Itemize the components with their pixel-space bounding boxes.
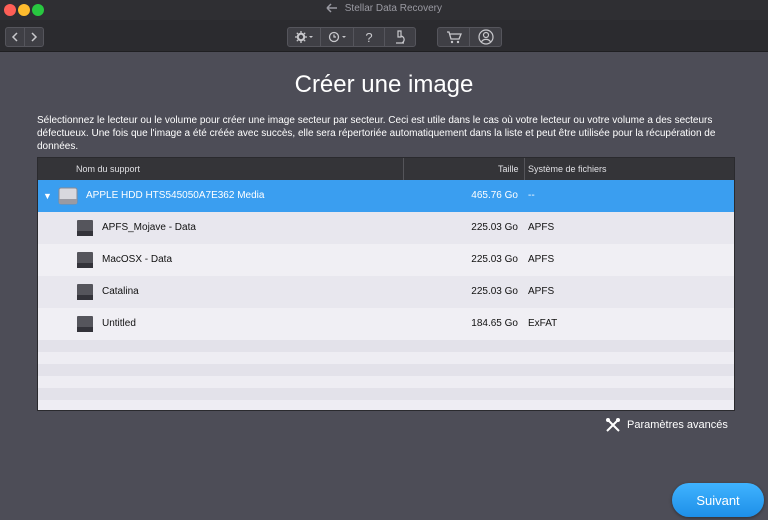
header-divider: [524, 158, 525, 180]
main-content: Créer une image Sélectionnez le lecteur …: [0, 53, 768, 520]
tools-icon: [606, 418, 620, 432]
empty-row: [38, 376, 734, 388]
empty-row: [38, 340, 734, 352]
empty-row: [38, 352, 734, 364]
settings-button[interactable]: [287, 27, 321, 47]
table-row-volume[interactable]: MacOSX - Data 225.03 Go APFS: [38, 244, 734, 276]
chevron-right-icon: [31, 32, 38, 42]
volume-icon: [77, 316, 93, 332]
media-table: Nom du support Taille Système de fichier…: [37, 157, 735, 411]
media-filesystem: APFS: [528, 286, 555, 297]
stellar-logo-icon: [326, 3, 337, 13]
advanced-settings-label: Paramètres avancés: [627, 419, 728, 431]
next-button[interactable]: Suivant: [672, 483, 764, 517]
back-button[interactable]: [5, 27, 25, 47]
scan-button[interactable]: [384, 27, 416, 47]
table-row-volume[interactable]: APFS_Mojave - Data 225.03 Go APFS: [38, 212, 734, 244]
page-title: Créer une image: [294, 71, 474, 98]
volume-icon: [77, 220, 93, 236]
media-filesystem: APFS: [528, 254, 555, 265]
user-icon: [477, 29, 494, 45]
media-name: APFS_Mojave - Data: [102, 222, 196, 233]
chevron-left-icon: [11, 32, 18, 42]
media-name: MacOSX - Data: [102, 254, 173, 265]
table-row-volume[interactable]: Untitled 184.65 Go ExFAT: [38, 308, 734, 340]
empty-row: [38, 388, 734, 400]
forward-button[interactable]: [24, 27, 44, 47]
tool-buttons: ?: [287, 27, 416, 47]
media-name: APPLE HDD HTS545050A7E362 Media: [86, 190, 265, 201]
media-size: 225.03 Go: [471, 254, 518, 265]
empty-row: [38, 400, 734, 410]
media-size: 465.76 Go: [471, 190, 518, 201]
media-name: Catalina: [102, 286, 139, 297]
empty-row: [38, 364, 734, 376]
hard-drive-icon: [58, 187, 78, 205]
cart-icon: [446, 31, 462, 44]
expand-triangle-icon[interactable]: ▼: [43, 180, 52, 212]
media-size: 225.03 Go: [471, 286, 518, 297]
clock-history-icon: [328, 31, 346, 43]
volume-icon: [77, 284, 93, 300]
header-size[interactable]: Taille: [498, 158, 519, 180]
media-name: Untitled: [102, 318, 136, 329]
table-row-volume[interactable]: Catalina 225.03 Go APFS: [38, 276, 734, 308]
account-buttons: [437, 27, 502, 47]
media-size: 225.03 Go: [471, 222, 518, 233]
gear-icon: [295, 31, 313, 43]
nav-buttons: [5, 27, 44, 47]
help-icon: ?: [365, 29, 373, 45]
help-button[interactable]: ?: [353, 27, 385, 47]
window-title-area: Stellar Data Recovery: [0, 3, 768, 14]
page-description: Sélectionnez le lecteur ou le volume pou…: [37, 115, 716, 152]
header-name[interactable]: Nom du support: [76, 158, 140, 180]
toolbar: ?: [0, 20, 768, 52]
history-button[interactable]: [320, 27, 354, 47]
media-size: 184.65 Go: [471, 318, 518, 329]
account-button[interactable]: [469, 27, 502, 47]
window-title: Stellar Data Recovery: [344, 3, 443, 14]
media-filesystem: APFS: [528, 222, 555, 233]
header-filesystem[interactable]: Système de fichiers: [528, 158, 607, 180]
media-filesystem: --: [528, 190, 535, 201]
table-header: Nom du support Taille Système de fichier…: [38, 158, 734, 180]
title-bar: Stellar Data Recovery: [0, 0, 768, 20]
table-row-disk[interactable]: ▼ APPLE HDD HTS545050A7E362 Media 465.76…: [38, 180, 734, 212]
volume-icon: [77, 252, 93, 268]
header-divider: [403, 158, 404, 180]
microscope-icon: [396, 30, 405, 44]
media-filesystem: ExFAT: [528, 318, 558, 329]
advanced-settings-link[interactable]: Paramètres avancés: [605, 417, 728, 433]
cart-button[interactable]: [437, 27, 470, 47]
